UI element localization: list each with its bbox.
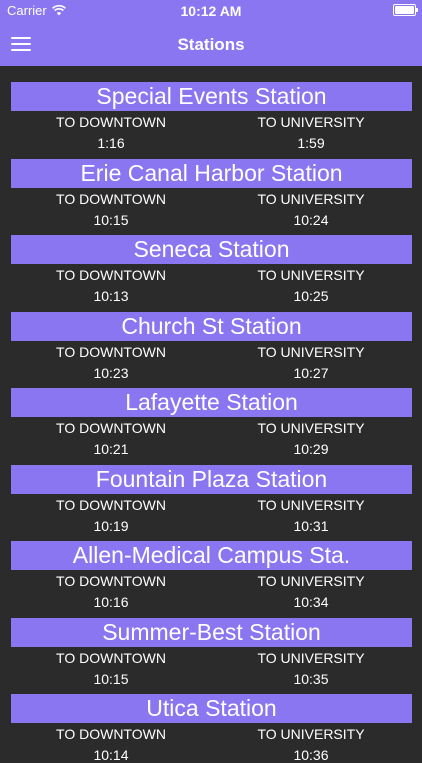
station-item[interactable]: Utica Station TO DOWNTOWN TO UNIVERSITY 10:…: [0, 678, 422, 763]
station-item[interactable]: Special Events Station TO DOWNTOWN TO UNIV…: [0, 66, 422, 151]
station-item[interactable]: Lafayette Station TO DOWNTOWN TO UNIVERSIT…: [0, 372, 422, 457]
to-downtown-label: TO DOWNTOWN: [56, 726, 166, 742]
station-name[interactable]: Summer-Best Station: [11, 617, 412, 647]
to-downtown-label: TO DOWNTOWN: [56, 420, 166, 436]
station-name[interactable]: Allen-Medical Campus Sta.: [11, 541, 412, 570]
to-university-label: TO UNIVERSITY: [257, 267, 365, 283]
to-university-label: TO UNIVERSITY: [257, 649, 365, 666]
station-item[interactable]: Allen-Medical Campus Sta. TO DOWNTOWN TO U…: [0, 525, 422, 610]
to-university-label: TO UNIVERSITY: [257, 726, 365, 742]
station-list: Special Events Station TO DOWNTOWN TO UNIV…: [0, 66, 422, 763]
to-downtown-label: TO DOWNTOWN: [56, 267, 166, 283]
status-bar: Carrier 10:12 AM: [0, 0, 422, 22]
station-name[interactable]: Utica Station: [11, 694, 412, 723]
to-downtown-label: TO DOWNTOWN: [56, 496, 166, 513]
university-time: 10:36: [293, 747, 329, 763]
downtown-time: 10:14: [93, 747, 129, 763]
navigation-bar: Stations: [0, 22, 422, 66]
to-university-label: TO UNIVERSITY: [257, 114, 365, 130]
to-university-label: TO UNIVERSITY: [257, 573, 365, 589]
station-name[interactable]: Special Events Station: [11, 82, 412, 111]
station-item[interactable]: Fountain Plaza Station TO DOWNTOWN TO UNIV…: [0, 449, 422, 534]
station-name[interactable]: Lafayette Station: [11, 388, 412, 417]
station-item[interactable]: Seneca Station TO DOWNTOWN TO UNIVERSITY 10…: [0, 219, 422, 304]
to-university-label: TO UNIVERSITY: [257, 420, 365, 436]
to-downtown-label: TO DOWNTOWN: [56, 190, 166, 207]
station-name[interactable]: Church St Station: [11, 311, 412, 341]
battery-icon: [393, 4, 418, 16]
station-item[interactable]: Church St Station TO DOWNTOWN TO UNIVERSIT…: [0, 296, 422, 381]
to-university-label: TO UNIVERSITY: [257, 496, 365, 513]
station-name[interactable]: Erie Canal Harbor Station: [11, 158, 412, 188]
page-title: Stations: [177, 35, 245, 54]
to-downtown-label: TO DOWNTOWN: [56, 649, 166, 666]
station-name[interactable]: Fountain Plaza Station: [11, 464, 412, 494]
to-downtown-label: TO DOWNTOWN: [56, 114, 166, 130]
battery-status: [393, 4, 418, 16]
station-item[interactable]: Erie Canal Harbor Station TO DOWNTOWN TO U…: [0, 143, 422, 228]
to-downtown-label: TO DOWNTOWN: [56, 573, 166, 589]
to-university-label: TO UNIVERSITY: [257, 343, 365, 360]
status-time: 10:12 AM: [180, 3, 242, 19]
station-item[interactable]: Summer-Best Station TO DOWNTOWN TO UNIVERS…: [0, 602, 422, 687]
station-name[interactable]: Seneca Station: [11, 235, 412, 264]
to-university-label: TO UNIVERSITY: [257, 190, 365, 207]
to-downtown-label: TO DOWNTOWN: [56, 343, 166, 360]
